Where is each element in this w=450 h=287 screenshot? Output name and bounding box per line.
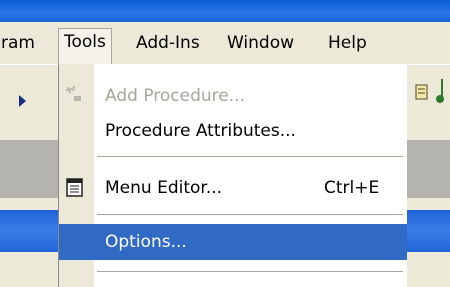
add-procedure-icon (65, 85, 81, 101)
menu-item-procedure-attributes[interactable]: Procedure Attributes... (59, 113, 407, 149)
menu-item-menu-editor[interactable]: Menu Editor... Ctrl+E (59, 170, 407, 206)
run-icon[interactable] (19, 95, 26, 107)
menu-add-ins[interactable]: Add-Ins (131, 30, 205, 56)
toolbox-icon[interactable] (415, 81, 429, 103)
menu-program[interactable]: ram (0, 30, 40, 56)
menu-separator (97, 156, 403, 157)
tools-dropdown-menu: Add Procedure... Procedure Attributes...… (58, 64, 407, 287)
menu-item-options[interactable]: Options... (59, 224, 407, 260)
menu-item-shortcut: Ctrl+E (324, 178, 380, 198)
menu-window[interactable]: Window (222, 30, 299, 56)
menu-tools[interactable]: Tools (58, 28, 112, 65)
menu-item-label: Add Procedure... (105, 86, 245, 106)
menu-separator (97, 271, 403, 272)
menu-item-label: Procedure Attributes... (105, 121, 296, 141)
menu-item-add-procedure[interactable]: Add Procedure... (59, 78, 407, 114)
object-browser-icon[interactable] (434, 77, 450, 105)
menu-item-label: Menu Editor... (105, 178, 223, 198)
menu-separator (97, 214, 403, 215)
menu-editor-icon (66, 178, 83, 197)
menu-help[interactable]: Help (323, 30, 372, 56)
title-bar (0, 0, 450, 22)
menu-item-label: Options... (105, 232, 187, 252)
menu-bar: ram Tools Add-Ins Window Help (0, 22, 450, 65)
